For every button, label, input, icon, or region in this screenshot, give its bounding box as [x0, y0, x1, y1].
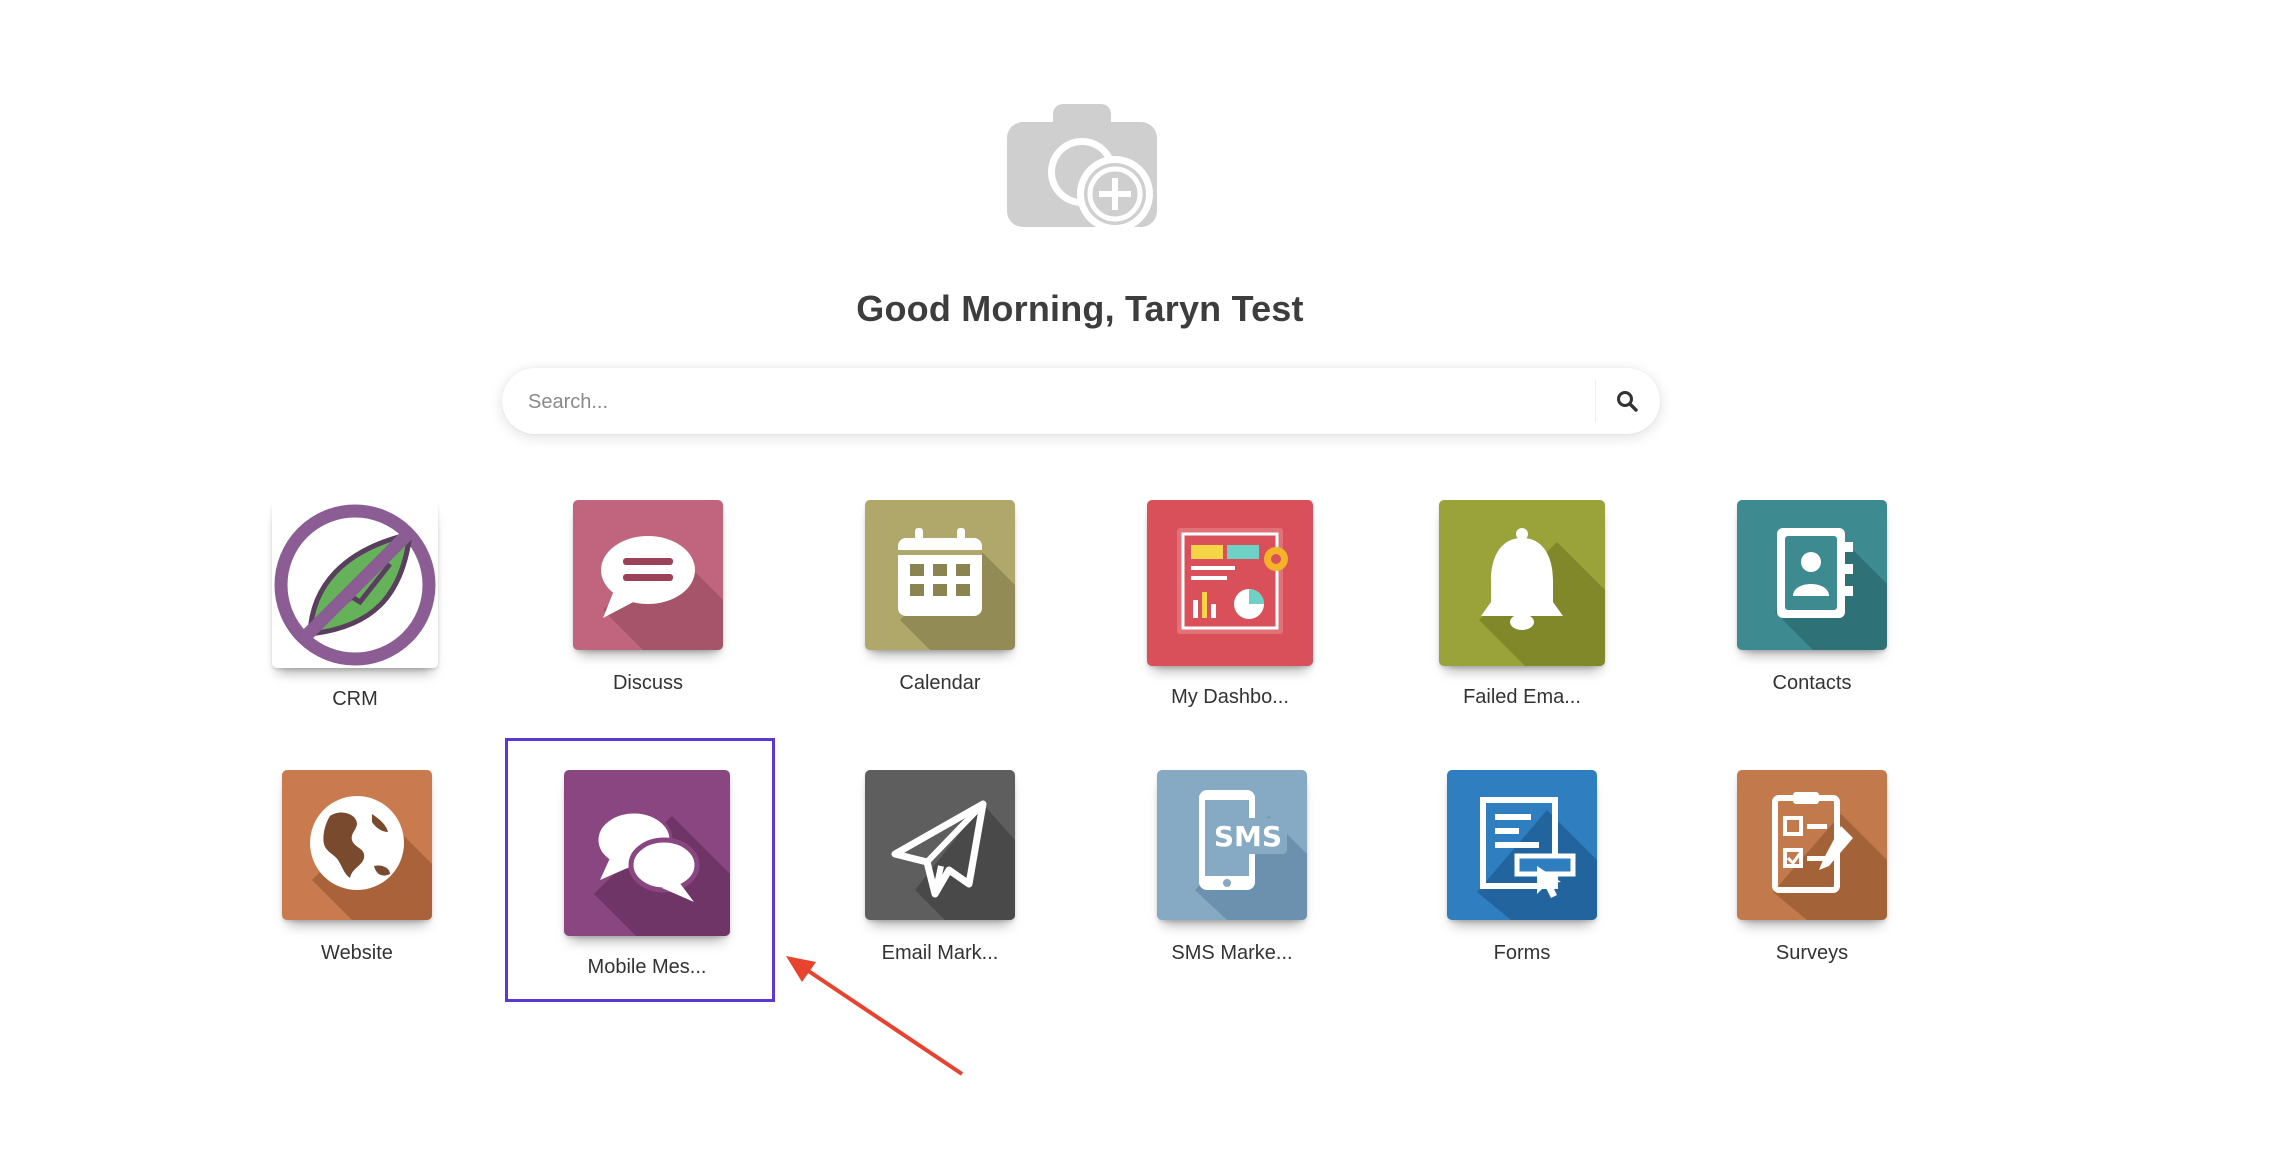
app-forms[interactable]: Forms [1447, 770, 1597, 970]
contact-book-icon [1737, 500, 1887, 650]
app-label: Failed Ema... [1463, 686, 1581, 708]
search-bar [502, 368, 1660, 436]
app-label: Discuss [612, 672, 683, 694]
greeting-title: Good Morning, Taryn Test [856, 288, 1304, 329]
app-label: Calendar [899, 672, 981, 694]
annotation-arrow-icon [786, 956, 964, 1076]
dashboard-icon [1147, 500, 1313, 666]
avatar-upload-camera-icon[interactable] [1005, 100, 1160, 235]
app-label: Website [321, 942, 393, 964]
app-crm[interactable]: CRM [272, 502, 438, 712]
paper-plane-icon [865, 770, 1015, 920]
bell-icon [1439, 500, 1605, 666]
svg-text:SMS: SMS [1214, 820, 1282, 853]
search-divider [1595, 380, 1596, 422]
globe-icon [282, 770, 432, 920]
app-label: CRM [332, 688, 378, 710]
app-label: Contacts [1772, 672, 1852, 694]
form-icon [1447, 770, 1597, 920]
survey-clipboard-icon [1737, 770, 1887, 920]
app-label: Forms [1493, 942, 1551, 964]
app-website[interactable]: Website [282, 770, 432, 970]
calendar-icon [865, 500, 1015, 650]
app-failed-emails[interactable]: Failed Ema... [1439, 500, 1605, 710]
app-label: Surveys [1775, 942, 1849, 964]
app-label: SMS Marke... [1171, 942, 1293, 964]
app-surveys[interactable]: Surveys [1737, 770, 1887, 970]
sms-phone-icon: SMS [1157, 770, 1307, 920]
chat-bubble-icon [573, 500, 723, 650]
app-email-marketing[interactable]: Email Mark... [865, 770, 1015, 970]
search-input[interactable] [526, 368, 1590, 436]
app-my-dashboard[interactable]: My Dashbo... [1147, 500, 1313, 710]
app-sms-marketing[interactable]: SMS SMS Marke... [1157, 770, 1307, 970]
app-label: My Dashbo... [1171, 686, 1289, 708]
app-discuss[interactable]: Discuss [573, 500, 723, 700]
app-contacts[interactable]: Contacts [1737, 500, 1887, 700]
app-calendar[interactable]: Calendar [865, 500, 1015, 700]
highlight-box [505, 738, 775, 1002]
search-icon[interactable] [1616, 390, 1638, 412]
crm-leaf-icon [272, 502, 438, 668]
